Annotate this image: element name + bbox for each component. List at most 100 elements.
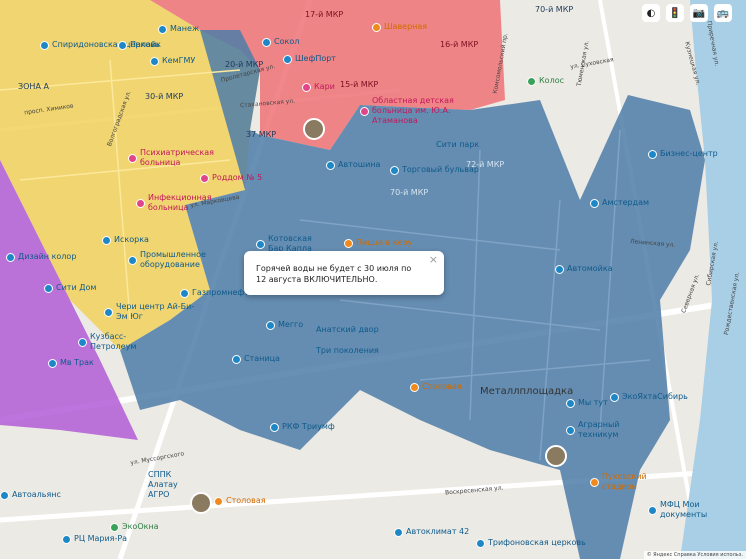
microdistrict-label: 16-й МКР — [440, 40, 479, 49]
poi-iskorka[interactable]: Искорка — [102, 235, 149, 245]
microdistrict-label: 15-й МКР — [340, 80, 379, 89]
poi-roddom[interactable]: Роддом № 5 — [200, 173, 262, 183]
food-icon — [214, 496, 223, 506]
hospital-icon — [360, 106, 369, 116]
popup-text: Горячей воды не будет с 30 июля по 12 ав… — [256, 264, 412, 284]
boat-icon — [610, 392, 619, 402]
hospital-icon — [200, 173, 209, 183]
microdistrict-label: ЗОНА А — [18, 82, 49, 91]
poi-anat[interactable]: Анатский двор — [316, 325, 379, 335]
poi-kemgmu[interactable]: КемГМУ — [150, 56, 195, 66]
poi-shavernaya[interactable]: Шаверная — [372, 22, 427, 32]
car-icon — [326, 160, 335, 170]
poi-ekoyahta[interactable]: ЭкоЯхтаСибирь — [610, 392, 688, 402]
poi-gazprom[interactable]: Газпромнефть — [180, 288, 254, 298]
poi-manezh[interactable]: Манеж — [158, 24, 199, 34]
hospital-icon — [128, 153, 137, 163]
poi-sokol[interactable]: Сокол — [262, 37, 299, 47]
school-icon — [566, 425, 575, 435]
fuel-icon — [180, 288, 189, 298]
food-icon — [410, 382, 419, 392]
poi-torg[interactable]: Торговый бульвар — [390, 165, 479, 175]
photo-button[interactable]: 📷 — [690, 4, 708, 22]
poi-stadium[interactable]: Пуховский стадион — [590, 472, 662, 492]
poi-mfc[interactable]: МФЦ Мои документы — [648, 500, 720, 520]
photo-marker[interactable] — [190, 492, 212, 514]
food-icon — [344, 238, 353, 248]
poi-stolovaya-1[interactable]: Столовая — [410, 382, 462, 392]
poi-mariara[interactable]: РЦ Мария-Ра — [62, 534, 127, 544]
poi-avtoklimat[interactable]: Автоклимат 42 — [394, 527, 469, 537]
shop-icon — [390, 165, 399, 175]
attribution[interactable]: © Яндекс Справка Условия использ. — [643, 551, 746, 559]
shop-icon — [283, 54, 292, 64]
car-icon — [394, 527, 403, 537]
photo-marker[interactable] — [545, 445, 567, 467]
poi-kari[interactable]: Кари — [302, 82, 335, 92]
poi-palaik[interactable]: Палайк — [118, 40, 161, 50]
poi-kuzbass[interactable]: Кузбасс-Петролеум — [78, 332, 150, 352]
car-icon — [0, 490, 9, 500]
poi-avtoalyans[interactable]: Автоальянс — [0, 490, 61, 500]
poi-sitidom[interactable]: Сити Дом — [44, 283, 96, 293]
poi-infect[interactable]: Инфекционная больница — [136, 193, 218, 213]
poi-kolos[interactable]: Колос — [527, 76, 564, 86]
leaf-icon — [527, 76, 536, 86]
office-icon — [648, 505, 657, 515]
window-icon — [110, 522, 119, 532]
microdistrict-label: 70-й МКР — [390, 188, 429, 197]
car-icon — [104, 307, 113, 317]
microdistrict-label: 17-й МКР — [305, 10, 344, 19]
car-icon — [555, 264, 564, 274]
marker-icon — [102, 235, 111, 245]
poi-amsterdam[interactable]: Амстердам — [590, 198, 649, 208]
church-icon — [476, 538, 485, 548]
layers-button[interactable]: ◐ — [642, 4, 660, 22]
cart-icon — [62, 534, 71, 544]
shop-icon — [44, 283, 53, 293]
poi-prom[interactable]: Промышленное оборудование — [128, 250, 220, 270]
church-icon — [40, 40, 49, 50]
traffic-button[interactable]: 🚦 — [666, 4, 684, 22]
poi-agrar[interactable]: Аграрный техникум — [566, 420, 638, 440]
poi-psych[interactable]: Психиатрическая больница — [128, 148, 220, 168]
poi-shefport[interactable]: ШефПорт — [283, 54, 336, 64]
microdistrict-label: 30-й МКР — [145, 92, 184, 101]
poi-tri[interactable]: Три поколения — [316, 346, 379, 356]
poi-cheri[interactable]: Чери центр Ай-Би-Эм Юг — [104, 302, 196, 322]
microdistrict-label: 70-й МКР — [535, 5, 574, 14]
poi-dizain[interactable]: Дизайн колор — [6, 252, 76, 262]
marker-icon — [158, 24, 167, 34]
info-popup: Горячей воды не будет с 30 июля по 12 ав… — [244, 251, 444, 295]
marker-icon — [566, 398, 575, 408]
poi-meggo[interactable]: Мегго — [266, 320, 303, 330]
marker-icon — [590, 198, 599, 208]
microdistrict-label: 37 МКР — [246, 130, 277, 139]
poi-citypark[interactable]: Сити парк — [436, 140, 479, 150]
transit-button[interactable]: 🚌 — [714, 4, 732, 22]
fuel-icon — [78, 337, 87, 347]
poi-sppk[interactable]: СППК Алатау АГРО — [148, 470, 198, 500]
hospital-icon — [136, 198, 145, 208]
poi-avtoshina[interactable]: Автошина — [326, 160, 380, 170]
poi-bc[interactable]: Бизнес-центр — [648, 149, 718, 159]
poi-mytut[interactable]: Мы тут — [566, 398, 608, 408]
poi-trifon[interactable]: Трифоновская церковь — [476, 538, 586, 548]
truck-icon — [48, 358, 57, 368]
poi-avtomoyka[interactable]: Автомойка — [555, 264, 613, 274]
poi-pizza[interactable]: Пицца в кеоу — [344, 238, 412, 248]
marker-icon — [118, 40, 127, 50]
shop-icon — [232, 354, 241, 364]
food-icon — [372, 22, 381, 32]
poi-mvtrak[interactable]: Мв Трак — [48, 358, 94, 368]
poi-ekookna[interactable]: ЭкоОкна — [110, 522, 159, 532]
bar-icon — [256, 239, 265, 249]
photo-marker[interactable] — [303, 118, 325, 140]
poi-stolovaya-2[interactable]: Столовая — [214, 496, 266, 506]
shop-icon — [6, 252, 15, 262]
shop-icon — [302, 82, 311, 92]
poi-hospital[interactable]: Областная детская больница им. Ю.А. Атам… — [360, 96, 462, 126]
close-icon[interactable]: × — [429, 254, 438, 265]
poi-rkf[interactable]: РКФ Триумф — [270, 422, 335, 432]
poi-stanica[interactable]: Станица — [232, 354, 280, 364]
